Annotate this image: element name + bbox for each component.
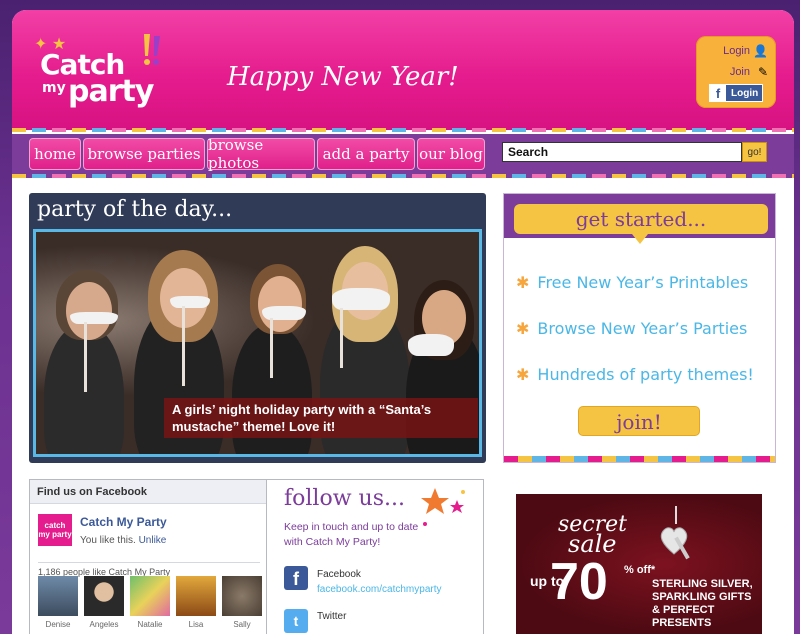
fan-name[interactable]: Lisa: [174, 620, 218, 629]
photo-stick: [84, 322, 87, 392]
fan-name[interactable]: Angeles: [82, 620, 126, 629]
fan-avatar[interactable]: [38, 576, 78, 616]
twitter-label: Twitter: [317, 611, 347, 622]
asterisk-icon: ✱: [516, 319, 530, 338]
nav-add-a-party[interactable]: add a party: [317, 138, 415, 170]
nav-home[interactable]: home: [29, 138, 81, 170]
facebook-like-count: 1,186 people like Catch My Party: [38, 562, 260, 577]
join-button[interactable]: join!: [578, 406, 700, 436]
fan-avatar[interactable]: [84, 576, 124, 616]
ad-percent-off: % off*: [624, 564, 656, 576]
user-icon: 👤: [753, 44, 768, 58]
facebook-like-status: You like this. Unlike: [80, 535, 166, 546]
you-like-text: You like this.: [80, 535, 136, 546]
get-started-title: get started...: [514, 204, 768, 234]
ad-percent: 70: [550, 553, 608, 611]
nav-our-blog[interactable]: our blog: [417, 138, 485, 170]
photo-stick: [270, 318, 273, 378]
get-started-item-label: Hundreds of party themes!: [537, 365, 754, 384]
asterisk-icon: ✱: [516, 273, 530, 292]
fan-name[interactable]: Sally: [220, 620, 264, 629]
party-of-the-day-title: party of the day...: [37, 197, 233, 222]
fan-name[interactable]: Denise: [36, 620, 80, 629]
photo-caption[interactable]: A girls’ night holiday party with a “San…: [164, 398, 478, 438]
account-box: Login 👤 Join ✎ f Login: [696, 36, 776, 108]
party-of-the-day: party of the day... A girls’ night holid…: [29, 193, 486, 463]
facebook-url-link[interactable]: facebook.com/catchmyparty: [317, 584, 442, 595]
logo-text-party: party: [68, 74, 154, 109]
get-started-panel: get started... ✱ Free New Year’s Printabl…: [503, 193, 776, 463]
fan-avatar[interactable]: [176, 576, 216, 616]
asterisk-icon: ✱: [516, 365, 530, 384]
party-photo[interactable]: A girls’ night holiday party with a “San…: [33, 229, 482, 457]
facebook-label: Facebook: [317, 569, 361, 580]
facebook-icon[interactable]: f: [284, 566, 308, 590]
get-started-item[interactable]: ✱ Browse New Year’s Parties: [516, 319, 747, 338]
photo-mustache: [70, 312, 118, 324]
follow-us-title: follow us...: [284, 486, 405, 511]
main-nav: home browse parties browse photos add a …: [12, 134, 794, 178]
photo-mustache: [262, 306, 306, 320]
panel-stripe: [504, 456, 775, 462]
get-started-item-label: Browse New Year’s Parties: [537, 319, 748, 338]
nav-browse-photos[interactable]: browse photos: [207, 136, 315, 172]
logo-text-my: my: [42, 80, 66, 96]
secret-sale-ad[interactable]: secret sale up to 70 % off* STERLING SIL…: [516, 494, 762, 634]
catch-my-party-logo[interactable]: ✦ ★ Catch my party: [34, 32, 174, 112]
fan-name[interactable]: Natalie: [128, 620, 172, 629]
nav-stripe: [12, 174, 794, 178]
heart-charm-icon: [660, 506, 690, 560]
twitter-icon[interactable]: t: [284, 609, 308, 633]
pencil-icon: ✎: [757, 65, 768, 79]
facebook-login-label: Login: [731, 87, 759, 99]
photo-mustache: [170, 296, 210, 308]
search-go-button[interactable]: go!: [742, 142, 767, 162]
follow-us-panel: follow us... Keep in touch and up to dat…: [267, 479, 484, 634]
facebook-login-button[interactable]: f Login: [709, 84, 763, 102]
facebook-page-name[interactable]: Catch My Party: [80, 515, 167, 529]
site-page: ✦ ★ Catch my party Happy New Year! Login…: [12, 10, 794, 634]
unlike-link[interactable]: Unlike: [139, 535, 167, 546]
nav-browse-parties[interactable]: browse parties: [83, 138, 205, 170]
get-started-item-label: Free New Year’s Printables: [537, 273, 749, 292]
get-started-item[interactable]: ✱ Free New Year’s Printables: [516, 273, 748, 292]
fan-avatar[interactable]: [130, 576, 170, 616]
photo-mustache: [332, 288, 390, 310]
facebook-page-thumbnail[interactable]: catch my party: [38, 514, 72, 546]
join-link[interactable]: Join: [730, 66, 750, 78]
photo-face: [66, 282, 112, 340]
facebook-like-box: Find us on Facebook catch my party Catch…: [29, 479, 267, 634]
exclamation-icon: [144, 34, 160, 65]
header-tagline: Happy New Year!: [227, 62, 459, 92]
ad-description: STERLING SILVER, SPARKLING GIFTS & PERFE…: [652, 578, 753, 629]
login-link[interactable]: Login: [723, 45, 750, 57]
photo-face: [258, 276, 302, 332]
fan-avatar[interactable]: [222, 576, 262, 616]
search-input[interactable]: Search: [502, 142, 742, 162]
photo-stick: [340, 308, 343, 368]
photo-mustache: [408, 334, 454, 356]
site-header: ✦ ★ Catch my party Happy New Year! Login…: [12, 10, 794, 130]
facebook-box-heading: Find us on Facebook: [30, 480, 266, 504]
follow-us-description: Keep in touch and up to date with Catch …: [284, 521, 419, 548]
photo-stick: [182, 306, 185, 386]
header-stripe: [12, 128, 794, 132]
speech-pointer: [632, 234, 648, 244]
facebook-icon: f: [710, 85, 726, 101]
get-started-item[interactable]: ✱ Hundreds of party themes!: [516, 365, 754, 384]
